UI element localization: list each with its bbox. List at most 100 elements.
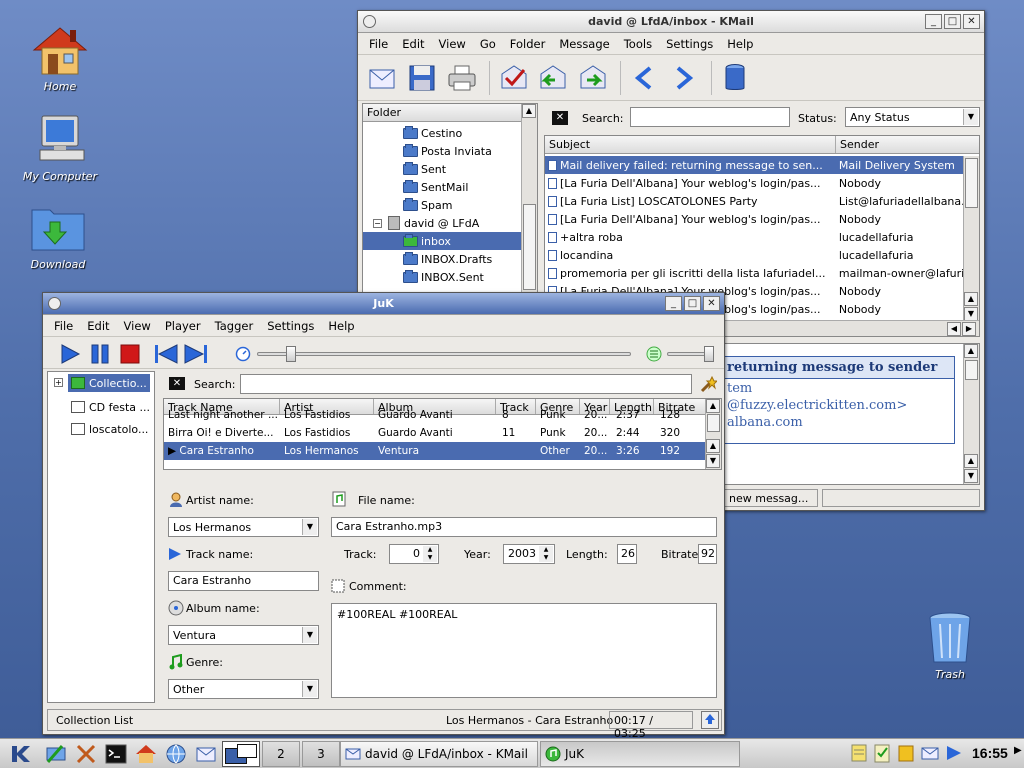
message-row[interactable]: locandina lucadellafuria xyxy=(545,246,963,264)
maximize-button[interactable]: □ xyxy=(684,296,701,311)
scroll-right-button[interactable]: ▶ xyxy=(962,322,976,336)
scroll-up-button[interactable]: ▲ xyxy=(706,399,720,413)
status-now-playing[interactable]: Los Hermanos - Cara Estranho xyxy=(446,714,613,727)
comment-textarea[interactable]: #100REAL #100REAL xyxy=(331,603,717,698)
desktop-icon-my-computer[interactable]: My Computer xyxy=(12,112,108,183)
previous-track-icon[interactable] xyxy=(153,343,179,365)
forward-button[interactable] xyxy=(575,60,611,96)
system-settings-icon[interactable] xyxy=(44,742,68,767)
message-row[interactable]: Mail delivery failed: returning message … xyxy=(545,156,963,174)
folder-item[interactable]: Spam xyxy=(363,196,521,214)
desktop-icon-home[interactable]: Home xyxy=(12,22,108,93)
menu-help[interactable]: Help xyxy=(328,319,354,333)
kde-menu-icon[interactable] xyxy=(8,742,34,767)
play-icon[interactable] xyxy=(59,343,81,365)
scroll-thumb[interactable] xyxy=(965,360,978,380)
track-scrollbar[interactable]: ▲ ▲ ▼ xyxy=(705,399,721,469)
position-slider[interactable] xyxy=(257,346,631,362)
folder-item[interactable]: − david @ LFdA xyxy=(363,214,521,232)
next-button[interactable] xyxy=(666,60,702,96)
menu-player[interactable]: Player xyxy=(165,319,201,333)
minimize-button[interactable]: _ xyxy=(665,296,682,311)
message-row[interactable]: [La Furia List] LOSCATOLONES Party List@l… xyxy=(545,192,963,210)
tools-icon[interactable] xyxy=(74,742,98,767)
print-button[interactable] xyxy=(444,60,480,96)
tray-juk-icon[interactable] xyxy=(944,742,964,767)
slider-handle[interactable] xyxy=(286,346,296,362)
tray-wallet-icon[interactable] xyxy=(896,742,916,767)
message-row[interactable]: [La Furia Dell'Albana] Your weblog's log… xyxy=(545,174,963,192)
addressbook-button[interactable] xyxy=(717,60,753,96)
scroll-down-button[interactable]: ▼ xyxy=(964,307,978,321)
menu-tagger[interactable]: Tagger xyxy=(215,319,254,333)
terminal-icon[interactable] xyxy=(104,742,128,767)
playlist-item[interactable]: CD festa ... xyxy=(68,398,150,416)
track-row[interactable]: Birra Oi! e Diverte... Los Fastidios Guard… xyxy=(164,424,705,442)
message-scrollbar[interactable]: ▲ ▼ xyxy=(963,156,979,322)
folder-header[interactable]: Folder▼ xyxy=(363,104,537,122)
new-message-button[interactable] xyxy=(364,60,400,96)
save-button[interactable] xyxy=(404,60,440,96)
menu-settings[interactable]: Settings xyxy=(666,37,713,51)
scroll-thumb[interactable] xyxy=(707,414,720,432)
tray-notes-icon[interactable] xyxy=(850,742,870,767)
scroll-left-button[interactable]: ◀ xyxy=(947,322,961,336)
status-select[interactable]: Any Status ▼ xyxy=(845,107,980,127)
jump-to-playing-button[interactable] xyxy=(701,711,719,729)
folder-scrollbar[interactable]: ▲ xyxy=(521,104,537,292)
desktop-icon-download[interactable]: Download xyxy=(10,200,106,271)
close-button[interactable]: ✕ xyxy=(703,296,720,311)
folder-item[interactable]: INBOX.Drafts xyxy=(363,250,521,268)
scroll-up-button[interactable]: ▲ xyxy=(964,292,978,306)
volume-slider[interactable] xyxy=(667,346,714,362)
menu-settings[interactable]: Settings xyxy=(267,319,314,333)
desktop-pager-2[interactable]: 2 xyxy=(262,741,300,767)
scroll-up-button[interactable]: ▲ xyxy=(522,104,536,118)
browser-icon[interactable] xyxy=(164,742,188,767)
spin-arrows[interactable]: ▲ ▼ xyxy=(539,546,553,562)
menu-folder[interactable]: Folder xyxy=(510,37,546,51)
folder-item[interactable]: Posta Inviata xyxy=(363,142,521,160)
folder-item[interactable]: Sent xyxy=(363,160,521,178)
scroll-up-button[interactable]: ▲ xyxy=(964,344,978,358)
close-button[interactable]: ✕ xyxy=(963,14,980,29)
spin-arrows[interactable]: ▲ ▼ xyxy=(423,546,437,562)
maximize-button[interactable]: □ xyxy=(944,14,961,29)
menu-message[interactable]: Message xyxy=(559,37,609,51)
scroll-down-button[interactable]: ▼ xyxy=(706,454,720,468)
artist-select[interactable]: Los Hermanos ▼ xyxy=(168,517,319,537)
track-number-spinbox[interactable]: 0 ▲ ▼ xyxy=(389,544,439,564)
menu-view[interactable]: View xyxy=(124,319,151,333)
column-subject[interactable]: Subject xyxy=(545,136,836,153)
folder-item[interactable]: Cestino xyxy=(363,124,521,142)
pause-icon[interactable] xyxy=(89,343,111,365)
expand-toggle[interactable]: + xyxy=(54,378,63,387)
next-track-icon[interactable] xyxy=(183,343,209,365)
message-row[interactable]: +altra roba lucadellafuria xyxy=(545,228,963,246)
mail-client-icon[interactable] xyxy=(194,742,218,767)
slider-handle[interactable] xyxy=(704,346,714,362)
collapse-toggle[interactable]: − xyxy=(373,218,382,228)
album-select[interactable]: Ventura ▼ xyxy=(168,625,319,645)
task-kmail[interactable]: david @ LFdA/inbox - KMail xyxy=(340,741,538,767)
quick-search-reset[interactable]: ✕ xyxy=(552,111,568,125)
scroll-up-button[interactable]: ▲ xyxy=(964,454,978,468)
desktop-pager-3[interactable]: 3 xyxy=(302,741,340,767)
track-name-input[interactable]: Cara Estranho xyxy=(168,571,319,591)
column-sender[interactable]: Sender xyxy=(836,136,964,153)
kmail-titlebar[interactable]: david @ LfdA/inbox - KMail _ □ ✕ xyxy=(358,11,984,33)
scroll-down-button[interactable]: ▼ xyxy=(964,469,978,483)
menu-view[interactable]: View xyxy=(439,37,466,51)
tray-mail-icon[interactable] xyxy=(920,742,940,767)
playlist-item[interactable]: loscatolo... xyxy=(68,420,150,438)
check-mail-button[interactable] xyxy=(495,60,531,96)
search-clear-button[interactable]: ✕ xyxy=(169,377,185,390)
clock[interactable]: 16:55 xyxy=(972,745,1008,761)
message-row[interactable]: promemoria per gli iscritti della lista … xyxy=(545,264,963,282)
year-spinbox[interactable]: 2003 ▲ ▼ xyxy=(503,544,555,564)
folder-item[interactable]: SentMail xyxy=(363,178,521,196)
previous-button[interactable] xyxy=(626,60,662,96)
stop-icon[interactable] xyxy=(119,343,141,365)
playlist-item-collection[interactable]: Collectio... xyxy=(68,374,150,392)
message-row[interactable]: [La Furia Dell'Albana] Your weblog's log… xyxy=(545,210,963,228)
